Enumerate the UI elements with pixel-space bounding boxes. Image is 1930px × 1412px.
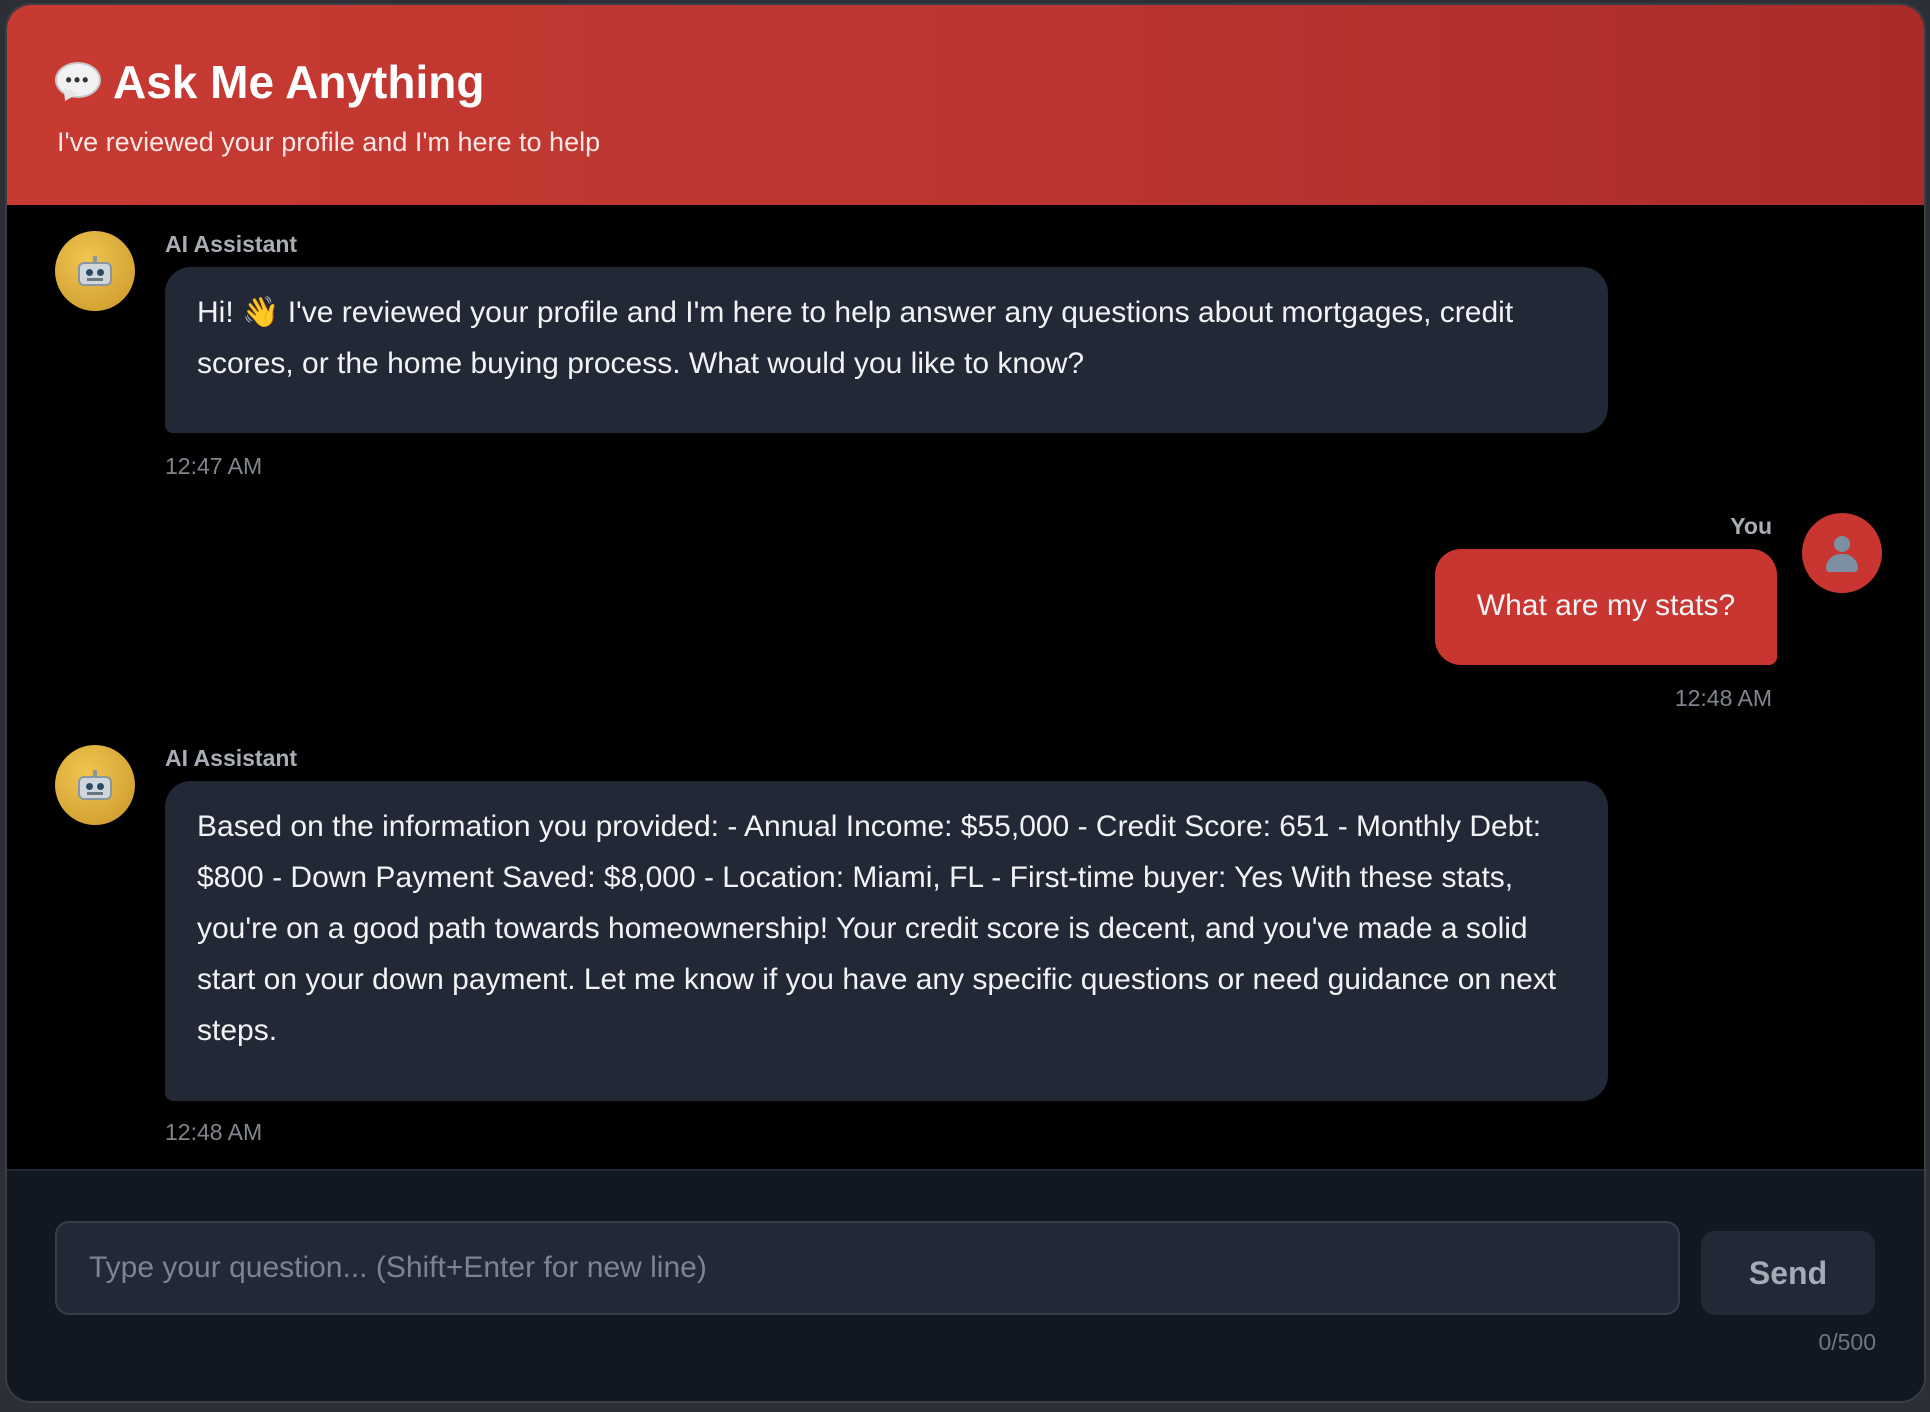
character-counter: 0/500 bbox=[1818, 1329, 1876, 1355]
user-message-bubble: What are my stats? bbox=[1435, 549, 1777, 665]
page-subtitle: I've reviewed your profile and I'm here … bbox=[57, 127, 601, 157]
question-input[interactable] bbox=[55, 1221, 1680, 1315]
message-sender: You bbox=[1730, 513, 1772, 539]
message-timestamp: 12:48 AM bbox=[1674, 685, 1772, 711]
message-timestamp: 12:48 AM bbox=[165, 1119, 263, 1145]
speech-bubble-icon: ••• bbox=[55, 62, 101, 105]
user-silhouette-icon bbox=[1824, 534, 1860, 572]
header-title-row: ••• Ask Me Anything bbox=[55, 55, 484, 109]
message-sender: AI Assistant bbox=[165, 745, 298, 771]
user-avatar bbox=[1802, 513, 1882, 593]
message-list[interactable]: AI Assistant Hi! 👋 I've reviewed your pr… bbox=[7, 205, 1924, 1169]
chat-window: ••• Ask Me Anything I've reviewed your p… bbox=[5, 3, 1926, 1403]
robot-icon bbox=[78, 256, 112, 286]
chat-header: ••• Ask Me Anything I've reviewed your p… bbox=[7, 5, 1924, 205]
assistant-message-bubble: Based on the information you provided: -… bbox=[165, 781, 1608, 1101]
message-timestamp: 12:47 AM bbox=[165, 453, 263, 479]
assistant-avatar bbox=[55, 231, 135, 311]
assistant-avatar bbox=[55, 745, 135, 825]
composer-bar: Send 0/500 bbox=[7, 1169, 1924, 1401]
page-title: Ask Me Anything bbox=[113, 56, 485, 108]
message-sender: AI Assistant bbox=[165, 231, 298, 257]
assistant-message-bubble: Hi! 👋 I've reviewed your profile and I'm… bbox=[165, 267, 1608, 433]
send-button[interactable]: Send bbox=[1701, 1231, 1875, 1315]
robot-icon bbox=[78, 770, 112, 800]
